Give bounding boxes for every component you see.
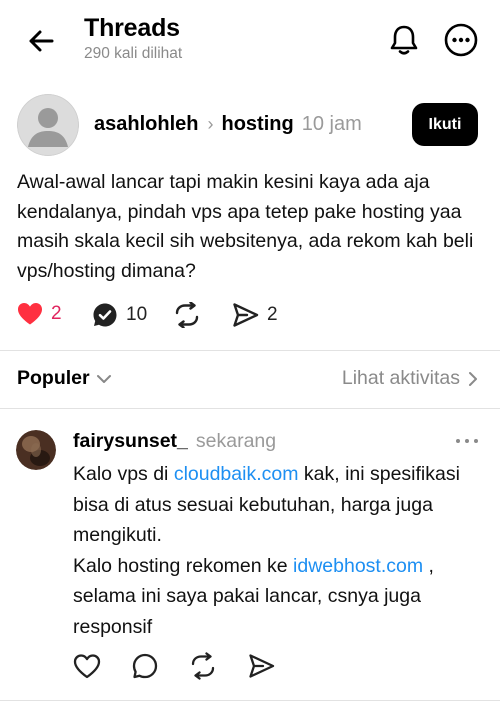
reply-actions: [73, 652, 305, 680]
reply-icon: [93, 303, 117, 327]
reply-link[interactable]: cloudbaik.com: [174, 463, 299, 485]
sort-label: Populer: [17, 367, 90, 389]
chevron-right-icon: [469, 371, 477, 386]
reply-text: Kalo vps di cloudbaik.com kak, ini spesi…: [73, 459, 483, 642]
post-topic[interactable]: hosting: [221, 113, 293, 136]
page-title: Threads: [84, 14, 180, 42]
reply-username[interactable]: fairysunset_: [73, 430, 188, 453]
heart-icon: [73, 654, 101, 679]
sort-dropdown[interactable]: Populer: [17, 367, 112, 390]
reply-time: sekarang: [195, 430, 277, 452]
repost-icon: [175, 302, 199, 328]
notifications-button[interactable]: [386, 22, 422, 58]
post-time: 10 jam: [301, 113, 362, 135]
back-arrow-icon: [29, 30, 54, 52]
reply-text-part: Kalo hosting rekomen ke: [73, 554, 294, 577]
back-button[interactable]: [24, 24, 58, 58]
more-options-button[interactable]: [443, 22, 479, 58]
share-button[interactable]: 2: [232, 302, 278, 328]
avatar[interactable]: [17, 94, 79, 156]
like-count: 2: [51, 303, 62, 324]
reply-repost-button[interactable]: [189, 652, 217, 680]
comment-icon: [132, 653, 158, 679]
view-activity-label: Lihat aktivitas: [341, 367, 460, 389]
post-username[interactable]: asahlohleh: [94, 113, 198, 136]
divider: [0, 700, 500, 701]
reply-link[interactable]: idwebhost.com: [293, 555, 423, 577]
share-count: 2: [267, 304, 278, 325]
repost-icon: [191, 652, 215, 680]
bell-icon: [390, 25, 418, 55]
reply-button[interactable]: 10: [92, 302, 147, 328]
chevron-down-icon: [96, 374, 111, 383]
heart-icon: [18, 303, 42, 325]
post-text: Awal-awal lancar tapi makin kesini kaya …: [17, 171, 474, 282]
reply-share-button[interactable]: [247, 652, 275, 680]
share-icon: [233, 303, 259, 327]
reply-meta: fairysunset_ sekarang: [73, 430, 276, 453]
repost-button[interactable]: [173, 302, 209, 328]
reply-text-part: Kalo vps di: [73, 463, 174, 485]
reply-count: 10: [126, 304, 148, 325]
default-avatar-icon: [17, 94, 79, 156]
reply-avatar[interactable]: [16, 430, 56, 470]
divider: [0, 350, 500, 351]
like-button[interactable]: 2: [17, 302, 62, 326]
chevron-right-icon: ›: [207, 114, 214, 134]
reply-like-button[interactable]: [73, 652, 101, 680]
share-icon: [249, 654, 275, 678]
more-icon: [444, 23, 478, 57]
view-activity-link[interactable]: Lihat aktivitas: [342, 367, 478, 390]
follow-button[interactable]: Ikuti: [412, 103, 478, 146]
more-icon: [456, 439, 478, 443]
post-meta: asahlohleh › hosting 10 jam: [94, 113, 362, 136]
profile-photo-icon: [16, 430, 56, 470]
view-count: 290 kali dilihat: [84, 45, 183, 62]
reply-more-button[interactable]: [452, 431, 482, 451]
divider: [0, 408, 500, 409]
reply-comment-button[interactable]: [131, 652, 159, 680]
